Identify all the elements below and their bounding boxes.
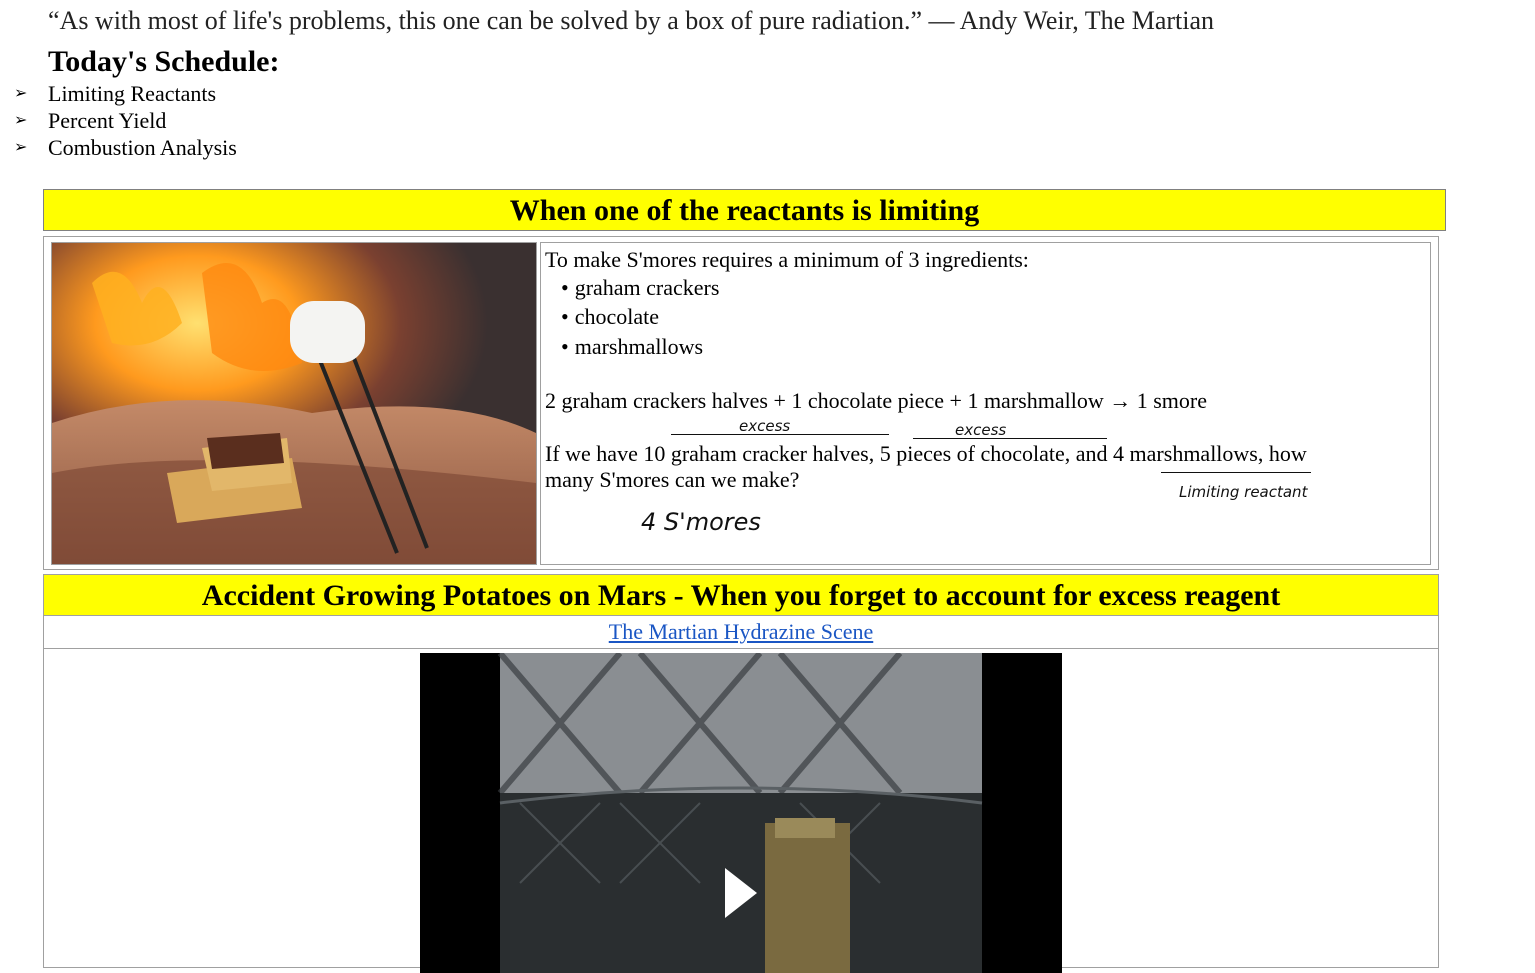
schedule-item-label: Percent Yield xyxy=(48,108,167,133)
ingredients-intro: To make S'mores requires a minimum of 3 … xyxy=(545,247,1029,272)
schedule-item-label: Limiting Reactants xyxy=(48,81,217,106)
handwritten-answer: 4 S'mores xyxy=(641,508,761,536)
smore-equation: 2 graham crackers halves + 1 chocolate p… xyxy=(545,388,1207,413)
schedule-item: ➢ Percent Yield xyxy=(14,107,237,134)
arrowhead-bullet-icon: ➢ xyxy=(14,139,28,156)
video-thumbnail xyxy=(420,653,1062,973)
video-row xyxy=(43,648,1439,973)
section-banner-limiting: When one of the reactants is limiting xyxy=(43,189,1446,231)
smores-table: To make S'mores requires a minimum of 3 … xyxy=(43,236,1439,570)
question-line-1: If we have 10 graham cracker halves, 5 p… xyxy=(545,441,1307,466)
section-banner-mars: Accident Growing Potatoes on Mars - When… xyxy=(43,574,1439,616)
video-link-row: The Martian Hydrazine Scene xyxy=(43,615,1439,649)
underline-chocolate xyxy=(913,438,1107,439)
underline-marshmallows xyxy=(1161,472,1311,473)
ingredient-item: chocolate xyxy=(561,304,659,330)
ingredient-item: graham crackers xyxy=(561,275,720,301)
question-line-2: many S'mores can we make? xyxy=(545,467,800,492)
smores-campfire-image xyxy=(52,243,536,564)
schedule-item: ➢ Limiting Reactants xyxy=(14,80,237,107)
arrowhead-bullet-icon: ➢ xyxy=(14,112,28,129)
handwritten-excess-2: excess xyxy=(955,421,1007,439)
schedule-item-label: Combustion Analysis xyxy=(48,135,237,160)
arrowhead-bullet-icon: ➢ xyxy=(14,85,28,102)
video-player[interactable] xyxy=(420,653,1062,973)
smores-text-cell: To make S'mores requires a minimum of 3 … xyxy=(540,242,1431,565)
martian-hydrazine-link[interactable]: The Martian Hydrazine Scene xyxy=(609,619,874,644)
handwritten-excess-1: excess xyxy=(739,417,791,435)
schedule-item: ➢ Combustion Analysis xyxy=(14,134,237,161)
smores-photo xyxy=(51,242,537,565)
quote: “As with most of life's problems, this o… xyxy=(48,6,1215,35)
ingredient-item: marshmallows xyxy=(561,334,703,360)
schedule-title: Today's Schedule: xyxy=(48,45,280,78)
schedule-list: ➢ Limiting Reactants ➢ Percent Yield ➢ Comb… xyxy=(14,80,237,161)
handwritten-limiting-reactant: Limiting reactant xyxy=(1179,483,1308,501)
